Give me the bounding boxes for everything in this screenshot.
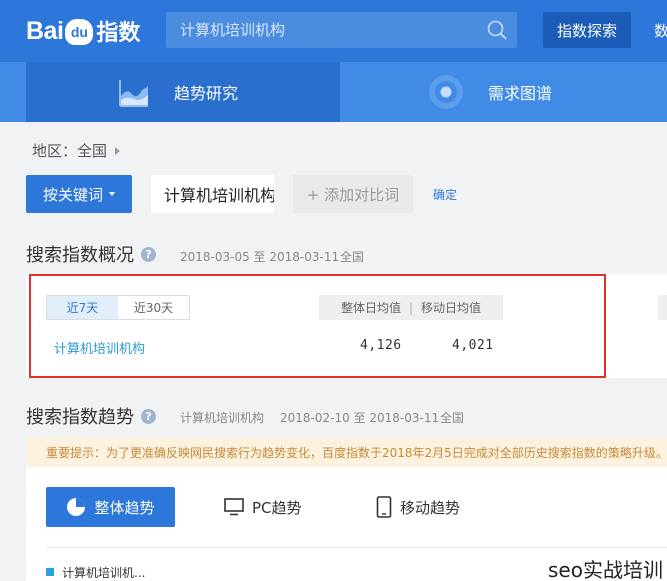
- col-overall-avg: 整体日均值: [340, 301, 401, 315]
- tab-demand-label: 需求图谱: [488, 84, 553, 103]
- logo-suffix: 指数: [96, 20, 141, 45]
- overall-daily-average: 4,126: [360, 338, 402, 353]
- baidu-index-logo[interactable]: Bai du 指数: [26, 14, 140, 48]
- tab-bar: 趋势研究 需求图谱: [0, 62, 667, 122]
- search-input[interactable]: [166, 12, 476, 48]
- keyword-mode-label: 按关键词: [42, 185, 103, 204]
- help-icon[interactable]: ?: [141, 408, 156, 424]
- top-header: Bai du 指数 指数探索 数: [0, 0, 667, 62]
- legend-label[interactable]: 计算机培训机...: [62, 564, 145, 581]
- area-chart-icon: [119, 80, 148, 107]
- logo-text: Bai: [26, 16, 64, 45]
- trend-divider: [46, 547, 667, 548]
- watermark: seo实战培训: [548, 558, 663, 581]
- legend-swatch: [46, 568, 54, 576]
- important-notice: 重要提示：为了更准确反映网民搜索行为趋势变化，百度指数于2018年2月5日完成对…: [26, 437, 667, 467]
- monitor-icon: [224, 498, 244, 516]
- mobile-trend-label: 移动趋势: [400, 498, 461, 517]
- col-mobile-avg: 移动日均值: [421, 301, 482, 315]
- trend-title-text: 搜索指数趋势: [26, 407, 134, 428]
- overview-keyword-link[interactable]: 计算机培训机构: [54, 338, 145, 357]
- radar-target-icon: [429, 75, 463, 109]
- overview-card: [26, 274, 667, 378]
- caret-down-icon: [109, 192, 115, 196]
- region-selector[interactable]: 地区：全国: [32, 140, 121, 161]
- add-compare-word-button[interactable]: + 添加对比词: [293, 175, 413, 213]
- nav-item-truncated[interactable]: 数: [654, 20, 667, 41]
- search-icon[interactable]: [487, 20, 507, 40]
- overall-trend-button[interactable]: 整体趋势: [46, 487, 175, 527]
- mobile-phone-icon: [376, 496, 392, 518]
- range-tabs: 近7天 近30天: [46, 295, 190, 320]
- trend-keyword: 计算机培训机构: [180, 411, 265, 425]
- column-header-stub: [658, 295, 667, 320]
- pie-chart-icon: [67, 498, 86, 516]
- overview-title-text: 搜索指数概况: [26, 245, 134, 266]
- trend-title: 搜索指数趋势 ?: [26, 403, 156, 429]
- region-label: 地区：全国: [32, 142, 108, 160]
- tab-demand-graph[interactable]: 需求图谱: [340, 62, 667, 122]
- tab-trend-research[interactable]: 趋势研究: [26, 62, 340, 122]
- keyword-field[interactable]: 计算机培训机构: [151, 175, 274, 213]
- overview-title: 搜索指数概况 ?: [26, 241, 156, 267]
- trend-date-range: 2018-02-10 至 2018-03-11: [280, 411, 440, 425]
- mobile-daily-average: 4,021: [452, 338, 494, 353]
- col-separator: |: [408, 300, 414, 315]
- trend-region: 全国: [440, 411, 465, 425]
- overall-trend-label: 整体趋势: [94, 498, 155, 517]
- chevron-right-icon: [115, 146, 121, 155]
- range-tab-7d[interactable]: 近7天: [47, 296, 118, 319]
- logo-paw: du: [65, 19, 94, 45]
- search-box: [166, 12, 517, 48]
- overview-date-range: 2018-03-05 至 2018-03-11: [180, 250, 340, 264]
- kpi-column-header: 整体日均值 | 移动日均值: [319, 295, 503, 320]
- overview-region: 全国: [340, 250, 365, 264]
- keyword-mode-dropdown[interactable]: 按关键词: [26, 175, 132, 213]
- index-explore-button[interactable]: 指数探索: [543, 12, 631, 48]
- pc-trend-button[interactable]: PC趋势: [224, 487, 302, 527]
- confirm-link[interactable]: 确定: [433, 186, 457, 203]
- mobile-trend-button[interactable]: 移动趋势: [376, 487, 460, 527]
- range-tab-30d[interactable]: 近30天: [118, 296, 189, 319]
- help-icon[interactable]: ?: [141, 246, 156, 262]
- pc-trend-label: PC趋势: [252, 498, 302, 517]
- tab-trend-label: 趋势研究: [174, 84, 239, 103]
